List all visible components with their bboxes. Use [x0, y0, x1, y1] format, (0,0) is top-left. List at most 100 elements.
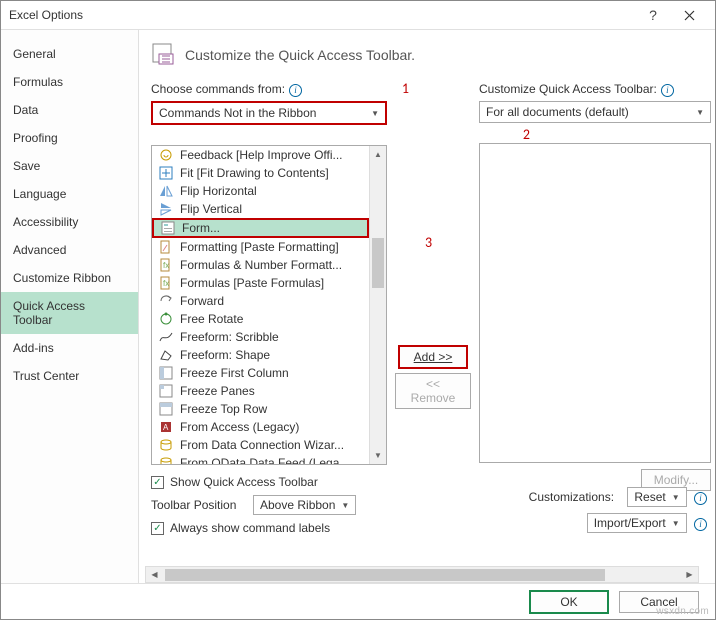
show-qat-checkbox[interactable]: ✓: [151, 476, 164, 489]
sidebar-item-trust-center[interactable]: Trust Center: [1, 362, 138, 390]
always-show-checkbox[interactable]: ✓: [151, 522, 164, 535]
freeze-col-icon: [158, 365, 174, 381]
scroll-down-icon[interactable]: ▼: [370, 447, 386, 464]
sidebar-item-label: Language: [13, 187, 66, 201]
info-icon[interactable]: i: [694, 492, 707, 505]
target-document-dropdown[interactable]: For all documents (default) ▼: [479, 101, 711, 123]
scroll-track[interactable]: [370, 163, 386, 447]
choose-commands-label: Choose commands from:i: [151, 82, 387, 97]
chevron-down-icon: ▼: [341, 501, 349, 510]
svg-text:fx: fx: [163, 261, 169, 270]
list-item[interactable]: Freeform: Scribble: [152, 328, 369, 346]
paste-format-icon: [158, 239, 174, 255]
reset-dropdown[interactable]: Reset▼: [627, 487, 686, 507]
chevron-down-icon: ▼: [371, 109, 379, 118]
main-panel: Customize the Quick Access Toolbar. Choo…: [139, 30, 715, 583]
import-export-dropdown[interactable]: Import/Export▼: [587, 513, 687, 533]
sidebar-item-advanced[interactable]: Advanced: [1, 236, 138, 264]
list-item[interactable]: fxFormulas [Paste Formulas]: [152, 274, 369, 292]
list-item-form[interactable]: Form...: [152, 218, 369, 238]
list-item[interactable]: Formatting [Paste Formatting]: [152, 238, 369, 256]
scroll-up-icon[interactable]: ▲: [370, 146, 386, 163]
sidebar-item-data[interactable]: Data: [1, 96, 138, 124]
flip-h-icon: [158, 183, 174, 199]
annotation-3: 3: [425, 234, 432, 251]
sidebar-item-accessibility[interactable]: Accessibility: [1, 208, 138, 236]
form-icon: [160, 220, 176, 236]
sidebar-item-label: Add-ins: [13, 341, 54, 355]
list-item[interactable]: Feedback [Help Improve Offi...: [152, 146, 369, 164]
list-item[interactable]: Flip Vertical: [152, 200, 369, 218]
rotate-icon: [158, 311, 174, 327]
paste-formula-num-icon: fx: [158, 257, 174, 273]
list-scrollbar[interactable]: ▲ ▼: [369, 146, 386, 464]
close-icon: [684, 10, 695, 21]
info-icon[interactable]: i: [289, 84, 302, 97]
access-icon: A: [158, 419, 174, 435]
category-sidebar: General Formulas Data Proofing Save Lang…: [1, 30, 139, 583]
list-item[interactable]: From OData Data Feed (Lega...: [152, 454, 369, 464]
scroll-left-icon[interactable]: ◀: [146, 570, 163, 579]
toolbar-position-dropdown[interactable]: Above Ribbon▼: [253, 495, 356, 515]
list-item[interactable]: Freeform: Shape: [152, 346, 369, 364]
sidebar-item-label: Trust Center: [13, 369, 79, 383]
dialog-footer: OK Cancel: [1, 583, 715, 619]
sidebar-item-label: Proofing: [13, 131, 58, 145]
info-icon[interactable]: i: [694, 518, 707, 531]
freeze-row-icon: [158, 401, 174, 417]
list-item[interactable]: Freeze Panes: [152, 382, 369, 400]
list-item[interactable]: Freeze Top Row: [152, 400, 369, 418]
scroll-thumb[interactable]: [372, 238, 384, 288]
right-wrap: 3 Add >> << Remove Customize Quick Acces…: [395, 82, 711, 491]
sidebar-item-save[interactable]: Save: [1, 152, 138, 180]
close-button[interactable]: [671, 1, 707, 29]
sidebar-item-addins[interactable]: Add-ins: [1, 334, 138, 362]
list-item[interactable]: Forward: [152, 292, 369, 310]
title-bar: Excel Options ?: [1, 1, 715, 29]
choose-commands-dropdown[interactable]: Commands Not in the Ribbon ▼: [151, 101, 387, 125]
always-show-label: Always show command labels: [170, 521, 330, 535]
list-item[interactable]: Fit [Fit Drawing to Contents]: [152, 164, 369, 182]
sidebar-item-proofing[interactable]: Proofing: [1, 124, 138, 152]
show-qat-label: Show Quick Access Toolbar: [170, 475, 318, 489]
sidebar-item-language[interactable]: Language: [1, 180, 138, 208]
sidebar-item-label: Advanced: [13, 243, 66, 257]
toolbar-position-row: Toolbar Position Above Ribbon▼: [151, 495, 387, 515]
excel-options-dialog: Excel Options ? General Formulas Data Pr…: [0, 0, 716, 620]
sidebar-item-label: Quick Access Toolbar: [13, 299, 85, 327]
fit-icon: [158, 165, 174, 181]
list-item[interactable]: Freeze First Column: [152, 364, 369, 382]
flip-v-icon: [158, 201, 174, 217]
info-icon[interactable]: i: [661, 84, 674, 97]
annotation-2: 2: [523, 126, 530, 143]
section-header: Customize the Quick Access Toolbar.: [151, 42, 711, 68]
add-button[interactable]: Add >>: [398, 345, 468, 369]
sidebar-item-label: Accessibility: [13, 215, 78, 229]
list-item[interactable]: fxFormulas & Number Formatt...: [152, 256, 369, 274]
selected-commands-list[interactable]: [479, 143, 711, 463]
chevron-down-icon: ▼: [696, 108, 704, 117]
help-button[interactable]: ?: [635, 1, 671, 29]
paste-formula-icon: fx: [158, 275, 174, 291]
commands-list[interactable]: Feedback [Help Improve Offi... Fit [Fit …: [151, 145, 387, 465]
scroll-right-icon[interactable]: ▶: [681, 570, 698, 579]
horizontal-scrollbar[interactable]: ◀ ▶: [145, 566, 699, 583]
list-item[interactable]: AFrom Access (Legacy): [152, 418, 369, 436]
chevron-down-icon: ▼: [672, 493, 680, 502]
middle-buttons: 3 Add >> << Remove: [395, 262, 471, 491]
list-item[interactable]: From Data Connection Wizar...: [152, 436, 369, 454]
sidebar-item-customize-ribbon[interactable]: Customize Ribbon: [1, 264, 138, 292]
left-column: Choose commands from:i Commands Not in t…: [151, 82, 387, 535]
list-item[interactable]: Flip Horizontal: [152, 182, 369, 200]
remove-button[interactable]: << Remove: [395, 373, 471, 409]
sidebar-item-formulas[interactable]: Formulas: [1, 68, 138, 96]
scroll-thumb[interactable]: [165, 569, 605, 581]
list-item[interactable]: Free Rotate: [152, 310, 369, 328]
customize-qat-label: Customize Quick Access Toolbar:i: [479, 82, 711, 97]
sidebar-item-general[interactable]: General: [1, 40, 138, 68]
data-conn-icon: [158, 437, 174, 453]
ok-button[interactable]: OK: [529, 590, 609, 614]
annotation-1: 1: [402, 80, 409, 97]
watermark-text: wsxdn.com: [656, 606, 709, 617]
sidebar-item-quick-access-toolbar[interactable]: Quick Access Toolbar: [1, 292, 138, 334]
